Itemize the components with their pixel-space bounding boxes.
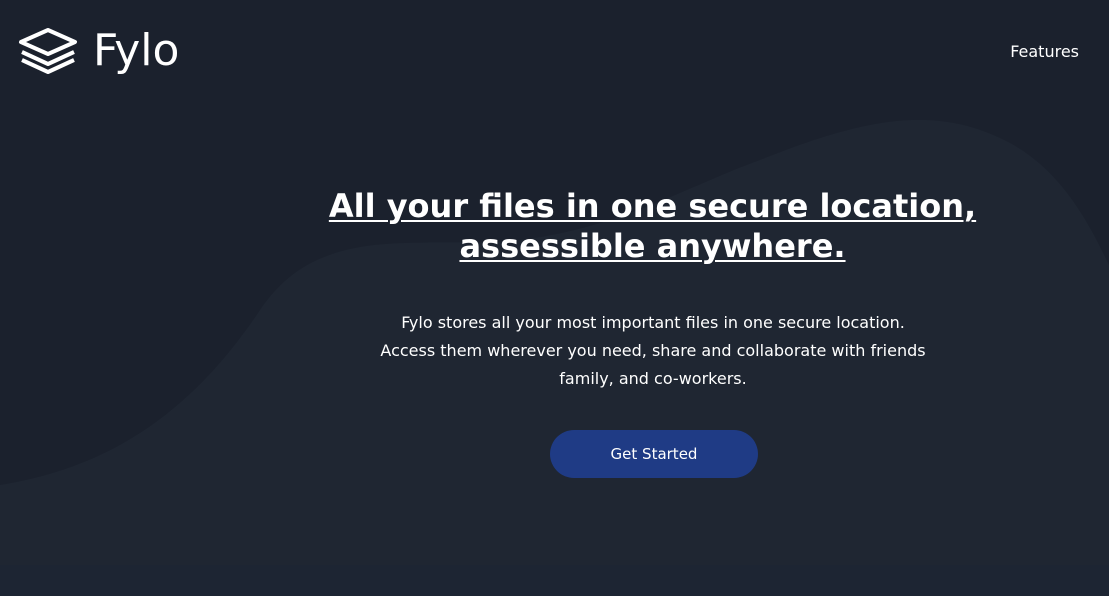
get-started-button[interactable]: Get Started [550, 430, 758, 478]
brand-logo[interactable]: Fylo [17, 26, 179, 76]
page: Fylo Features All your files in one secu… [0, 0, 1109, 596]
brand-name: Fylo [93, 25, 180, 76]
description-line-2: Access them wherever you need, share and… [380, 341, 926, 360]
main-nav: Features [1010, 42, 1079, 61]
next-section-edge [0, 565, 1109, 596]
stacked-layers-icon [17, 26, 79, 76]
hero-description: Fylo stores all your most important file… [330, 309, 976, 393]
nav-link-features[interactable]: Features [1010, 42, 1079, 61]
hero-section: Fylo Features All your files in one secu… [0, 0, 1109, 565]
hero-headline: All your files in one secure location, a… [250, 186, 1055, 266]
background-curve [0, 119, 1109, 565]
headline-line-1: All your files in one secure location, [328, 187, 977, 225]
description-line-1: Fylo stores all your most important file… [401, 313, 905, 332]
description-line-3: family, and co-workers. [559, 369, 747, 388]
headline-line-2: assessible anywhere. [459, 227, 846, 265]
